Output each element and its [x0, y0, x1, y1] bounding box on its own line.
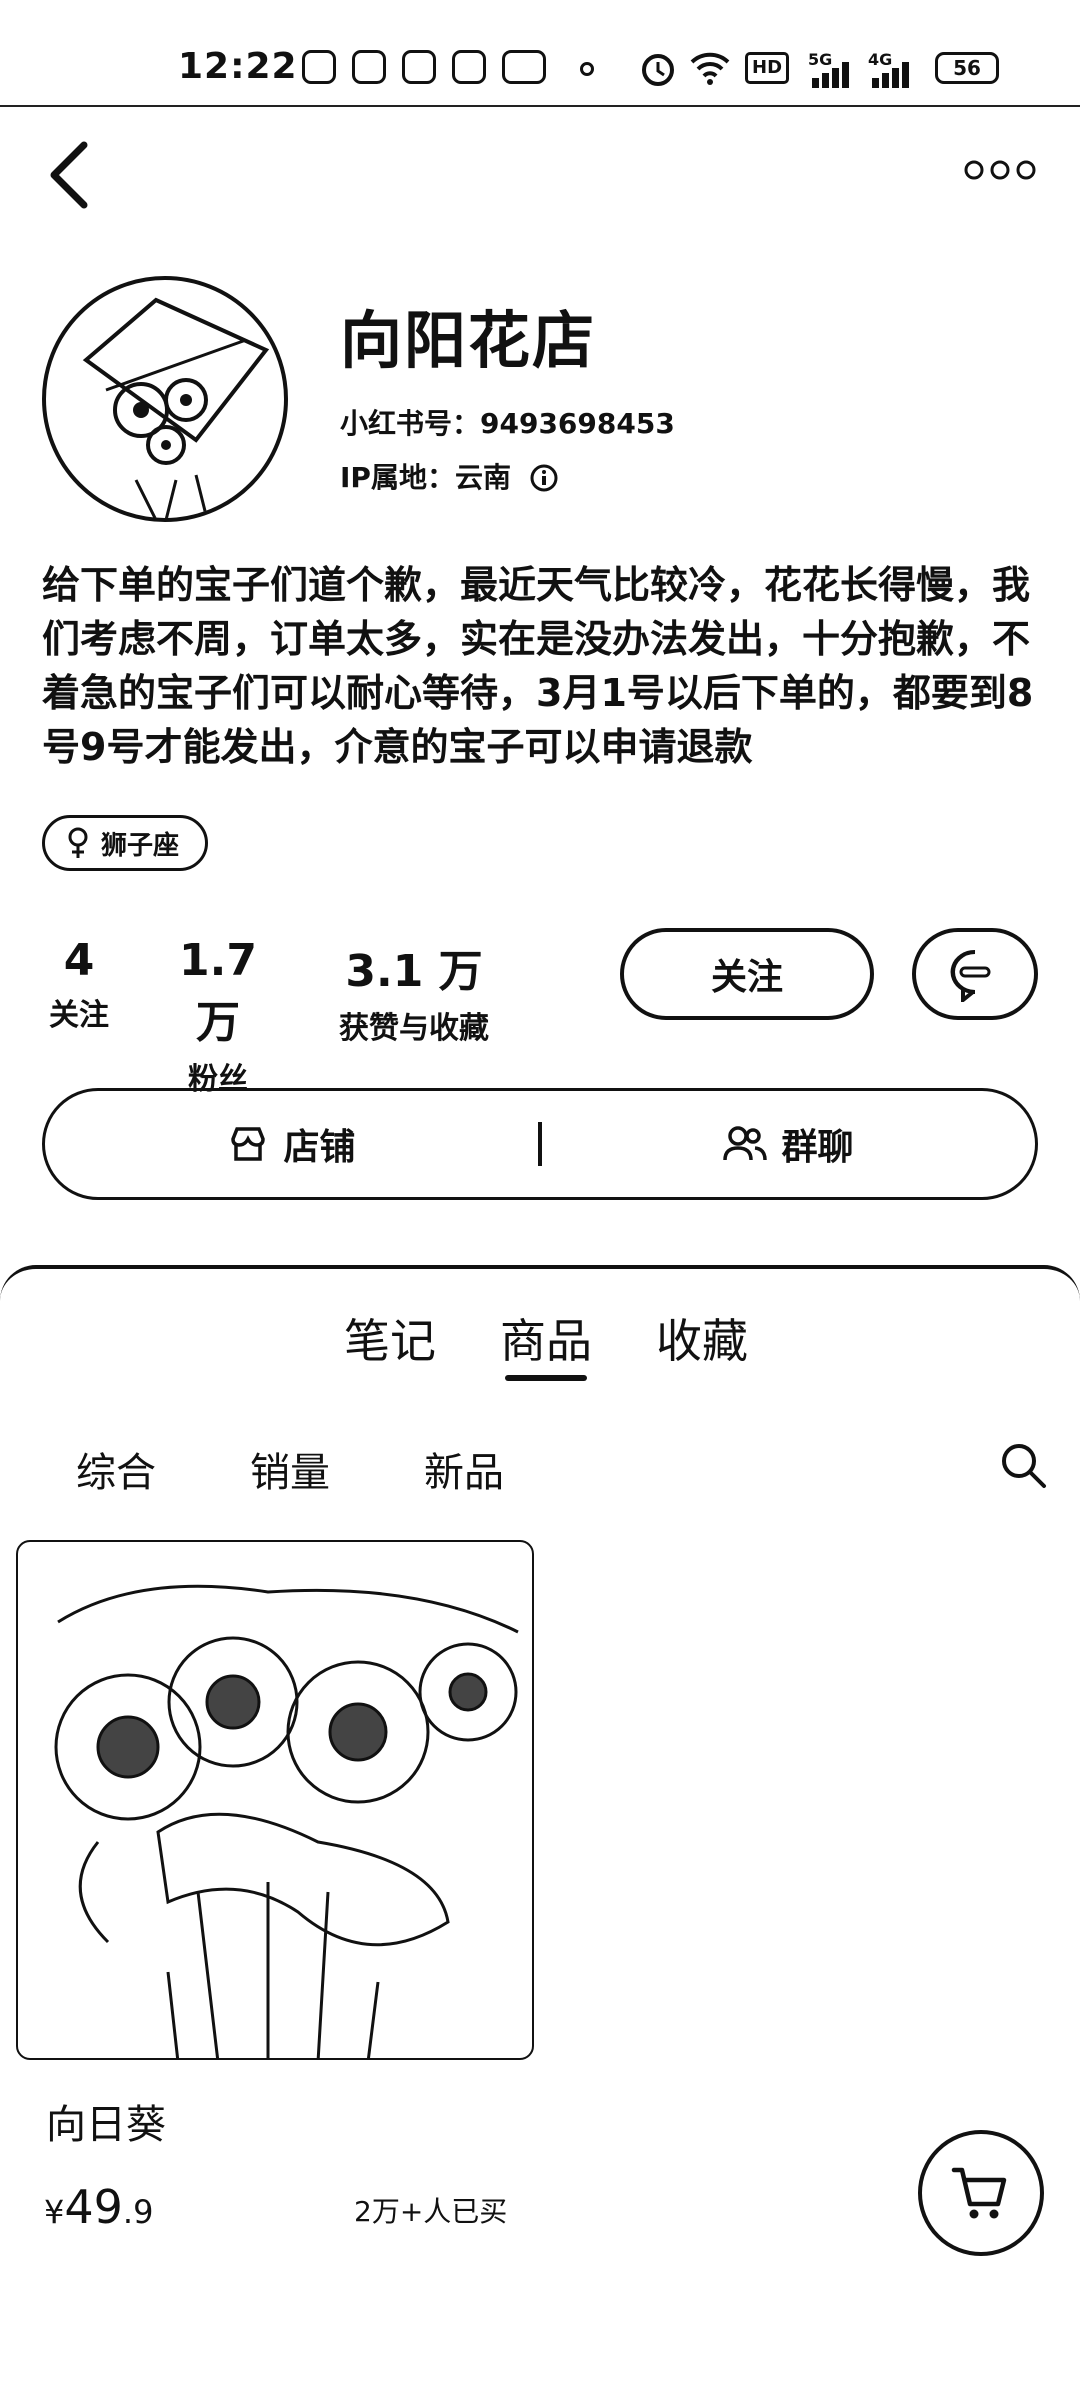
shopping-cart-icon: [951, 2167, 1007, 2219]
tab-notes[interactable]: 笔记: [344, 1305, 436, 1371]
follow-button[interactable]: 关注: [620, 928, 874, 1020]
price-integer: 49: [64, 2180, 123, 2234]
likes-stat[interactable]: 3.1 万 获赞与收藏: [322, 935, 506, 1047]
app-notification-icon: [402, 50, 436, 84]
dot-icon: [580, 62, 594, 76]
alarm-icon: [642, 54, 674, 86]
group-chat-button[interactable]: 群聊: [542, 1118, 1035, 1170]
tab-collections[interactable]: 收藏: [656, 1305, 748, 1371]
likes-label: 获赞与收藏: [339, 1011, 489, 1046]
price-symbol: ¥: [44, 2193, 65, 2231]
fans-count: 1.7 万: [179, 935, 257, 1048]
following-count: 4: [63, 935, 95, 986]
search-button[interactable]: [998, 1440, 1048, 1490]
shop-group-bar: 店铺 群聊: [42, 1088, 1038, 1200]
battery-indicator: 56: [935, 52, 999, 84]
back-button[interactable]: [40, 135, 100, 215]
product-sold-count: 2万+人已买: [354, 2195, 508, 2228]
active-tab-indicator: [505, 1375, 587, 1381]
shop-avatar[interactable]: [42, 276, 288, 522]
product-title[interactable]: 向日葵: [46, 2092, 166, 2150]
chat-bubble-icon: [950, 949, 991, 1002]
sort-comprehensive[interactable]: 综合: [76, 1440, 156, 1498]
sunflower-product-image: [54, 1584, 519, 2058]
product-price: ¥49.9: [44, 2180, 153, 2234]
product-card[interactable]: [16, 1540, 534, 2060]
female-icon: [68, 827, 88, 858]
wifi-icon: [690, 52, 730, 85]
app-notification-icon: [452, 50, 486, 84]
group-chat-label: 群聊: [781, 1127, 854, 1168]
following-label: 关注: [49, 998, 109, 1033]
following-stat[interactable]: 4 关注: [40, 935, 118, 1034]
fans-stat[interactable]: 1.7 万 粉丝: [152, 935, 284, 1098]
shop-button[interactable]: 店铺: [45, 1118, 538, 1170]
app-notification-icon: [502, 50, 546, 84]
ip-location: IP属地：云南: [340, 456, 559, 496]
app-notification-icon: [352, 50, 386, 84]
message-button[interactable]: [912, 928, 1038, 1020]
bouquet-image: [82, 297, 270, 518]
store-icon: [231, 1127, 266, 1161]
sort-new[interactable]: 新品: [424, 1440, 504, 1498]
status-time: 12:22: [178, 46, 298, 87]
shop-bio: 给下单的宝子们道个歉，最近天气比较冷，花花长得慢，我们考虑不周，订单太多，实在是…: [42, 563, 1034, 769]
red-id: 小红书号：9493698453: [340, 407, 675, 440]
chevron-left-icon: [50, 141, 88, 209]
info-icon[interactable]: [529, 463, 559, 493]
cart-button[interactable]: [918, 2130, 1044, 2256]
ip-location-text: IP属地：云南: [340, 461, 511, 494]
zodiac-tag: 狮子座: [42, 815, 209, 871]
likes-count: 3.1 万: [345, 946, 483, 997]
more-options-button[interactable]: [960, 150, 1040, 190]
search-icon: [1002, 1444, 1046, 1488]
zodiac-label: 狮子座: [101, 830, 180, 861]
sort-sales[interactable]: 销量: [250, 1440, 330, 1498]
shop-name: 向阳花店: [340, 304, 597, 377]
status-bar: 12:22 HD 5G 4G 56: [0, 0, 1080, 107]
shop-label: 店铺: [283, 1127, 356, 1168]
hd-badge: HD: [745, 52, 790, 84]
price-decimal: .9: [122, 2193, 154, 2231]
app-notification-icon: [302, 50, 336, 84]
group-users-icon: [723, 1126, 768, 1161]
signal-icon: [812, 62, 849, 88]
signal-icon: [872, 62, 909, 88]
tab-products[interactable]: 商品: [500, 1305, 592, 1371]
more-dots-icon: [964, 160, 1036, 180]
